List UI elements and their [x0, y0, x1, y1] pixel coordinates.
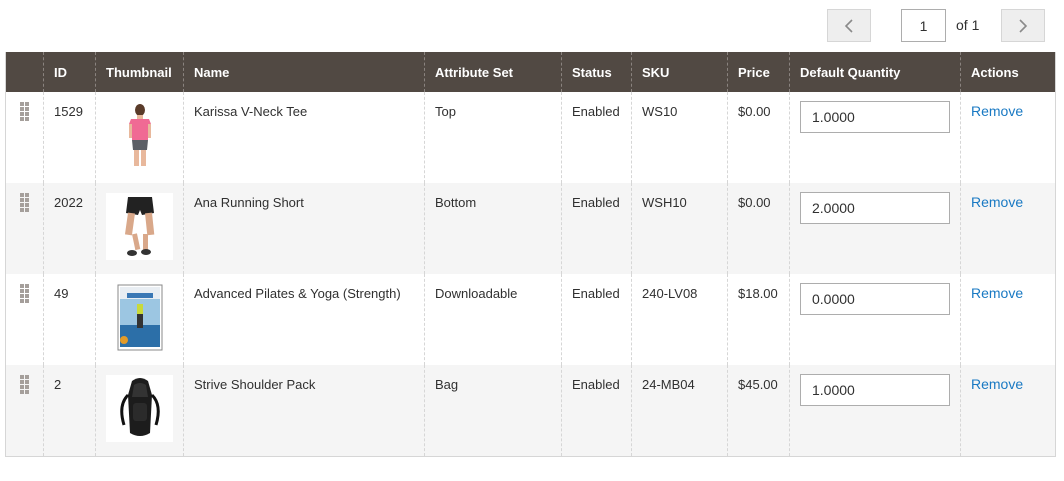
default-quantity-input[interactable]	[800, 101, 950, 133]
next-page-button[interactable]	[1001, 9, 1045, 42]
price-cell: $0.00	[727, 183, 790, 274]
quantity-cell	[789, 183, 961, 274]
name-cell: Strive Shoulder Pack	[183, 365, 425, 456]
drag-cell[interactable]	[5, 92, 44, 183]
actions-cell: Remove	[960, 183, 1056, 274]
remove-link[interactable]: Remove	[971, 376, 1023, 392]
name-cell: Advanced Pilates & Yoga (Strength)	[183, 274, 425, 365]
column-header-sku[interactable]: SKU	[631, 52, 728, 92]
column-header-attribute-set[interactable]: Attribute Set	[424, 52, 562, 92]
id-cell: 49	[43, 274, 96, 365]
status-cell: Enabled	[561, 365, 632, 456]
actions-cell: Remove	[960, 92, 1056, 183]
grid-header-row: ID Thumbnail Name Attribute Set Status S…	[5, 52, 1056, 92]
column-header-default-quantity: Default Quantity	[789, 52, 961, 92]
price-cell: $18.00	[727, 274, 790, 365]
yoga-dvd-image	[106, 284, 173, 351]
thumbnail-cell	[95, 92, 184, 183]
thumbnail-cell	[95, 365, 184, 456]
price-cell: $0.00	[727, 92, 790, 183]
table-row: 2 Strive Shoulder Pack Bag Enabled 24-MB…	[5, 365, 1056, 456]
column-header-status[interactable]: Status	[561, 52, 632, 92]
price-cell: $45.00	[727, 365, 790, 456]
column-header-price[interactable]: Price	[727, 52, 790, 92]
column-header-id[interactable]: ID	[43, 52, 96, 92]
name-cell: Ana Running Short	[183, 183, 425, 274]
chevron-right-icon	[1019, 18, 1028, 33]
remove-link[interactable]: Remove	[971, 194, 1023, 210]
column-header-actions: Actions	[960, 52, 1056, 92]
drag-handle-icon[interactable]	[20, 193, 29, 212]
drag-handle-icon[interactable]	[20, 102, 29, 121]
quantity-cell	[789, 274, 961, 365]
attribute-set-cell: Bag	[424, 365, 562, 456]
sku-cell: WS10	[631, 92, 728, 183]
remove-link[interactable]: Remove	[971, 285, 1023, 301]
status-cell: Enabled	[561, 92, 632, 183]
page-count-label: of 1	[956, 17, 980, 33]
id-cell: 2022	[43, 183, 96, 274]
drag-cell[interactable]	[5, 365, 44, 456]
sku-cell: 24-MB04	[631, 365, 728, 456]
table-row: 49 Advanced Pilates & Yoga (Strength) Do…	[5, 274, 1056, 365]
drag-handle-icon[interactable]	[20, 375, 29, 394]
page-number-input[interactable]	[901, 9, 946, 42]
name-cell: Karissa V-Neck Tee	[183, 92, 425, 183]
sku-cell: 240-LV08	[631, 274, 728, 365]
table-row: 2022 Ana Running Short Bottom Enabled WS…	[5, 183, 1056, 274]
previous-page-button[interactable]	[827, 9, 871, 42]
column-header-thumbnail: Thumbnail	[95, 52, 184, 92]
column-header-name[interactable]: Name	[183, 52, 425, 92]
default-quantity-input[interactable]	[800, 192, 950, 224]
attribute-set-cell: Bottom	[424, 183, 562, 274]
remove-link[interactable]: Remove	[971, 103, 1023, 119]
default-quantity-input[interactable]	[800, 374, 950, 406]
quantity-cell	[789, 365, 961, 456]
drag-cell[interactable]	[5, 183, 44, 274]
status-cell: Enabled	[561, 274, 632, 365]
attribute-set-cell: Downloadable	[424, 274, 562, 365]
default-quantity-input[interactable]	[800, 283, 950, 315]
status-cell: Enabled	[561, 183, 632, 274]
thumbnail-cell	[95, 274, 184, 365]
drag-handle-icon[interactable]	[20, 284, 29, 303]
id-cell: 1529	[43, 92, 96, 183]
id-cell: 2	[43, 365, 96, 456]
product-grid: ID Thumbnail Name Attribute Set Status S…	[5, 52, 1056, 457]
quantity-cell	[789, 92, 961, 183]
thumbnail-cell	[95, 183, 184, 274]
attribute-set-cell: Top	[424, 92, 562, 183]
actions-cell: Remove	[960, 274, 1056, 365]
running-short-image	[106, 193, 173, 260]
black-backpack-image	[106, 375, 173, 442]
chevron-left-icon	[844, 18, 853, 33]
table-row: 1529 Karissa V-Neck Tee Top Enabled WS10…	[5, 92, 1056, 183]
pager: of 1	[827, 9, 1064, 43]
actions-cell: Remove	[960, 365, 1056, 456]
column-header-drag	[5, 52, 44, 92]
pink-tee-image	[106, 102, 173, 169]
sku-cell: WSH10	[631, 183, 728, 274]
drag-cell[interactable]	[5, 274, 44, 365]
